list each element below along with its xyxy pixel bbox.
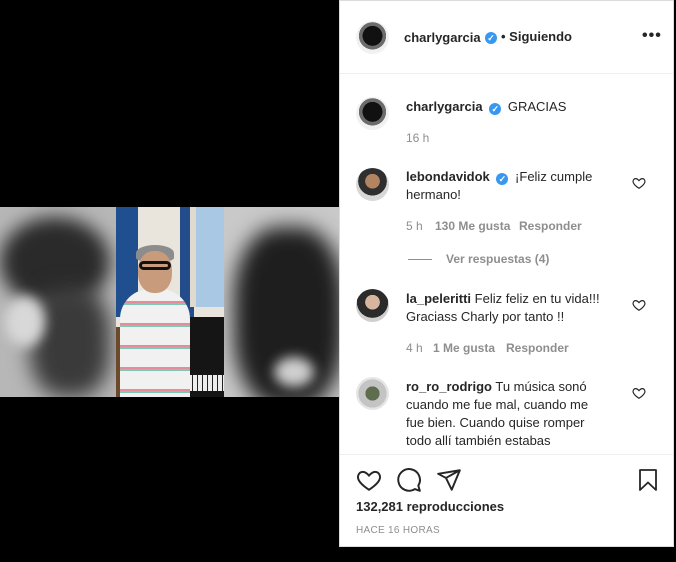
comment-body-line: hermano! [406, 187, 461, 202]
comment-reply-button[interactable]: Responder [519, 219, 582, 233]
author-avatar[interactable] [356, 21, 389, 54]
comment-body-line: todo allí también estabas [406, 433, 551, 448]
comments-list[interactable]: charlygarcia ✓ GRACIAS 16 h lebondavidok… [340, 74, 673, 454]
comment-text: la_peleritti Feliz feliz en tu vida!!! G… [406, 290, 636, 326]
comment-text: lebondavidok ✓ ¡Feliz cumple hermano! [406, 168, 636, 204]
verified-badge-icon: ✓ [489, 103, 502, 115]
heart-icon[interactable] [356, 467, 382, 493]
comment-like-heart-icon[interactable] [632, 386, 646, 400]
comment-like-heart-icon[interactable] [632, 298, 646, 312]
follow-status-button[interactable]: • Siguiendo [501, 29, 572, 44]
comment-body-line: ¡Feliz cumple [515, 169, 593, 184]
comment-like-heart-icon[interactable] [632, 176, 646, 190]
post-sidebar: charlygarcia ✓ • Siguiendo ••• charlygar… [339, 0, 674, 547]
comment-text: ro_ro_rodrigo Tu música sonó cuando me f… [406, 378, 631, 450]
post-header: charlygarcia ✓ • Siguiendo ••• [340, 1, 673, 74]
view-count[interactable]: 132,281 reproducciones [356, 499, 504, 514]
comment-avatar[interactable] [356, 377, 389, 410]
post-actions: 132,281 reproducciones HACE 16 HORAS [340, 454, 673, 549]
replies-divider [408, 259, 432, 260]
blurred-side-left [0, 207, 116, 397]
comment-time: 4 h [406, 341, 423, 355]
comment-avatar[interactable] [356, 168, 389, 201]
comment-likes[interactable]: 130 Me gusta [435, 219, 510, 233]
comment-body-line: Tu música sonó [495, 379, 587, 394]
comment-username[interactable]: la_peleritti [406, 291, 471, 306]
caption-avatar[interactable] [356, 97, 389, 130]
caption-text: charlygarcia ✓ GRACIAS [406, 98, 566, 116]
comment-time: 5 h [406, 219, 423, 233]
comment-reply-button[interactable]: Responder [506, 341, 569, 355]
comment-avatar[interactable] [356, 289, 389, 322]
comment-body-line: Feliz feliz en tu vida!!! [474, 291, 600, 306]
post-media[interactable] [0, 0, 339, 562]
verified-badge-icon: ✓ [485, 32, 497, 44]
caption-time: 16 h [406, 131, 430, 145]
comment-username[interactable]: lebondavidok [406, 169, 490, 184]
author-username[interactable]: charlygarcia [404, 30, 481, 45]
caption-body: GRACIAS [507, 99, 567, 114]
caption-username[interactable]: charlygarcia [406, 99, 483, 114]
blurred-side-right [224, 207, 339, 397]
comment-likes[interactable]: 1 Me gusta [433, 341, 495, 355]
verified-badge-icon: ✓ [496, 173, 509, 185]
bookmark-icon[interactable] [636, 467, 660, 493]
post-timestamp[interactable]: HACE 16 HORAS [356, 525, 440, 536]
comment-icon[interactable] [396, 467, 422, 493]
comment-username[interactable]: ro_ro_rodrigo [406, 379, 492, 394]
video-player[interactable] [0, 207, 339, 397]
share-icon[interactable] [436, 467, 462, 493]
bottom-backdrop [339, 547, 676, 562]
comment-body-line: cuando me fue mal, cuando me [406, 397, 589, 412]
comment-body-line: Graciass Charly por tanto !! [406, 309, 565, 324]
comment-body-line: fue bien. Cuando quise romper [406, 415, 585, 430]
view-replies-button[interactable]: Ver respuestas (4) [446, 252, 549, 266]
video-frame-image [116, 207, 224, 397]
more-options-icon[interactable]: ••• [642, 27, 662, 45]
